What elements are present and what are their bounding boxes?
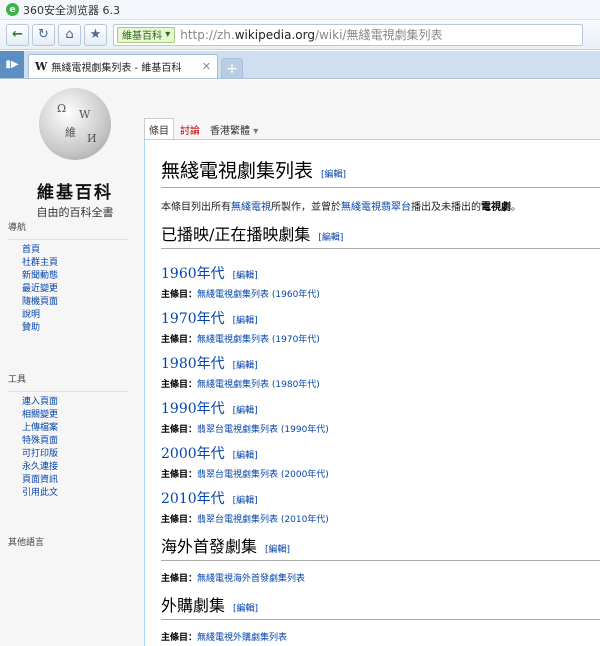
nav-heading: 導航: [8, 223, 27, 233]
browser-title-bar: e 360安全浏览器 6.3: [0, 0, 600, 20]
tool-related-changes[interactable]: 相關變更: [22, 409, 128, 422]
sidebar-toggle-icon[interactable]: ▮▶: [0, 51, 24, 78]
refresh-icon: ↻: [38, 27, 49, 42]
favorites-button[interactable]: ★: [84, 23, 107, 46]
edit-link[interactable]: [編輯]: [233, 406, 258, 416]
main-article-link[interactable]: 無綫電視劇集列表 (1980年代): [197, 380, 320, 390]
main-article-note: 主條目：翡翠台電視劇集列表 (2000年代): [161, 470, 329, 480]
close-icon[interactable]: ✕: [202, 60, 211, 73]
tools-heading[interactable]: 工具: [8, 372, 128, 385]
main-article-note: 主條目：無綫電視劇集列表 (1960年代): [161, 290, 320, 300]
sidebar-item-recent-changes[interactable]: 最近變更: [22, 283, 128, 296]
site-badge[interactable]: 維基百科 ▾: [117, 26, 176, 43]
main-article-link[interactable]: 無綫電視海外首發劇集列表: [197, 574, 305, 584]
link-jade[interactable]: 無綫電視翡翠台: [341, 202, 411, 213]
browser-title: 360安全浏览器 6.3: [23, 3, 120, 17]
browser-tab-bar: ▮▶ W 無綫電視劇集列表 - 維基百科 ✕ +: [0, 51, 600, 79]
tab-variant[interactable]: 香港繁體 ▾: [206, 119, 262, 140]
section-heading-overseas: 海外首發劇集 [編輯]: [161, 533, 600, 561]
section-heading-aired: 已播映/正在播映劇集 [編輯]: [161, 221, 600, 249]
tool-printable[interactable]: 可打印版: [22, 448, 128, 461]
bold-term: 電視劇: [481, 202, 511, 213]
lead-paragraph: 本條目列出所有無綫電視所製作，並曾於無綫電視翡翠台播出及未播出的電視劇。: [161, 202, 521, 213]
subsection-heading: 2000年代 [編輯]: [161, 446, 258, 462]
tool-whatlinkshere[interactable]: 連入頁面: [22, 396, 128, 409]
edit-link[interactable]: [編輯]: [233, 496, 258, 506]
wikipedia-logo[interactable]: Ω W 維 И 維基百科 自由的百科全書: [20, 88, 130, 220]
main-article-note: 主條目：翡翠台電視劇集列表 (1990年代): [161, 425, 329, 435]
refresh-button[interactable]: ↻: [32, 23, 55, 46]
logo-name: 維基百科: [37, 183, 113, 203]
sidebar-item-community[interactable]: 社群主頁: [22, 257, 128, 270]
main-article-link[interactable]: 翡翠台電視劇集列表 (2000年代): [197, 470, 329, 480]
home-icon: ⌂: [65, 27, 74, 42]
edit-link[interactable]: [編輯]: [233, 361, 258, 371]
back-button[interactable]: ←: [6, 23, 29, 46]
tab-talk[interactable]: 討論: [176, 119, 204, 140]
edit-link[interactable]: [編輯]: [233, 271, 258, 281]
chevron-down-icon: ▾: [253, 126, 259, 137]
page-tabs: 條目 討論 香港繁體 ▾: [144, 118, 264, 140]
home-button[interactable]: ⌂: [58, 23, 81, 46]
arrow-left-icon: ←: [12, 27, 23, 42]
star-icon: ★: [89, 27, 102, 42]
tool-permalink[interactable]: 永久連接: [22, 461, 128, 474]
edit-link[interactable]: [編輯]: [233, 604, 258, 614]
subsection-heading: 1970年代 [編輯]: [161, 311, 258, 327]
lang-portal: 其他語言: [8, 535, 128, 554]
edit-link[interactable]: [編輯]: [321, 170, 346, 180]
tool-page-info[interactable]: 頁面資訊: [22, 474, 128, 487]
main-article-note: 主條目：翡翠台電視劇集列表 (2010年代): [161, 515, 329, 525]
main-article-link[interactable]: 翡翠台電視劇集列表 (2010年代): [197, 515, 329, 525]
main-article-note: 主條目：無綫電視外購劇集列表: [161, 633, 288, 643]
sidebar-item-help[interactable]: 說明: [22, 309, 128, 322]
main-article-link[interactable]: 無綫電視外購劇集列表: [197, 633, 287, 643]
subsection-heading: 1980年代 [編輯]: [161, 356, 258, 372]
edit-link[interactable]: [編輯]: [265, 545, 290, 555]
main-article-link[interactable]: 無綫電視劇集列表 (1970年代): [197, 335, 320, 345]
plus-icon: +: [226, 60, 238, 77]
article-content: 無綫電視劇集列表 [編輯] 本條目列出所有無綫電視所製作，並曾於無綫電視翡翠台播出…: [144, 139, 600, 646]
link-tvb[interactable]: 無綫電視: [231, 202, 271, 213]
url-host: wikipedia.org: [234, 27, 315, 42]
dropdown-icon: ▾: [165, 29, 171, 40]
globe-icon: Ω W 維 И: [39, 88, 111, 160]
sidebar-item-news[interactable]: 新聞動態: [22, 270, 128, 283]
browser-nav-bar: ← ↻ ⌂ ★ 維基百科 ▾ http://zh. wikipedia.org/w…: [0, 20, 600, 50]
sidebar-item-random[interactable]: 隨機頁面: [22, 296, 128, 309]
tool-cite[interactable]: 引用此文: [22, 487, 128, 500]
tool-upload[interactable]: 上傳檔案: [22, 422, 128, 435]
main-article-note: 主條目：無綫電視劇集列表 (1970年代): [161, 335, 320, 345]
logo-tagline: 自由的百科全書: [36, 206, 114, 219]
new-tab-button[interactable]: +: [221, 58, 243, 78]
url-scheme: http://zh.: [180, 27, 235, 42]
address-bar[interactable]: 維基百科 ▾ http://zh. wikipedia.org/wiki/無綫電視…: [113, 23, 583, 46]
edit-link[interactable]: [編輯]: [318, 233, 343, 243]
page-title: 無綫電視劇集列表 [編輯]: [161, 156, 600, 188]
sidebar-item-donate[interactable]: 贊助: [22, 322, 128, 335]
subsection-heading: 2010年代 [編輯]: [161, 491, 258, 507]
section-heading-imported: 外購劇集 [編輯]: [161, 592, 600, 620]
wiki-page: Ω W 維 И 維基百科 自由的百科全書 導航 首頁 社群主頁 新聞動態 最近變…: [0, 80, 600, 646]
nav-portal: 導航 首頁 社群主頁 新聞動態 最近變更 隨機頁面 說明 贊助: [8, 220, 128, 335]
tool-special-pages[interactable]: 特殊頁面: [22, 435, 128, 448]
sidebar-item-home[interactable]: 首頁: [22, 244, 128, 257]
subsection-heading: 1960年代 [編輯]: [161, 266, 258, 282]
main-article-link[interactable]: 無綫電視劇集列表 (1960年代): [197, 290, 320, 300]
browser-tab[interactable]: W 無綫電視劇集列表 - 維基百科 ✕: [28, 54, 218, 78]
lang-heading[interactable]: 其他語言: [8, 535, 128, 548]
edit-link[interactable]: [編輯]: [233, 316, 258, 326]
edit-link[interactable]: [編輯]: [233, 451, 258, 461]
main-article-link[interactable]: 翡翠台電視劇集列表 (1990年代): [197, 425, 329, 435]
url-path: /wiki/無綫電視劇集列表: [314, 28, 443, 42]
tab-title: 無綫電視劇集列表 - 維基百科: [51, 63, 182, 74]
main-article-note: 主條目：無綫電視劇集列表 (1980年代): [161, 380, 320, 390]
tools-portal: 工具 連入頁面 相關變更 上傳檔案 特殊頁面 可打印版 永久連接 頁面資訊 引用…: [8, 372, 128, 500]
tab-article[interactable]: 條目: [144, 118, 174, 140]
wikipedia-favicon: W: [35, 60, 48, 73]
subsection-heading: 1990年代 [編輯]: [161, 401, 258, 417]
browser-logo-icon: e: [6, 3, 19, 16]
main-article-note: 主條目：無綫電視海外首發劇集列表: [161, 574, 306, 584]
